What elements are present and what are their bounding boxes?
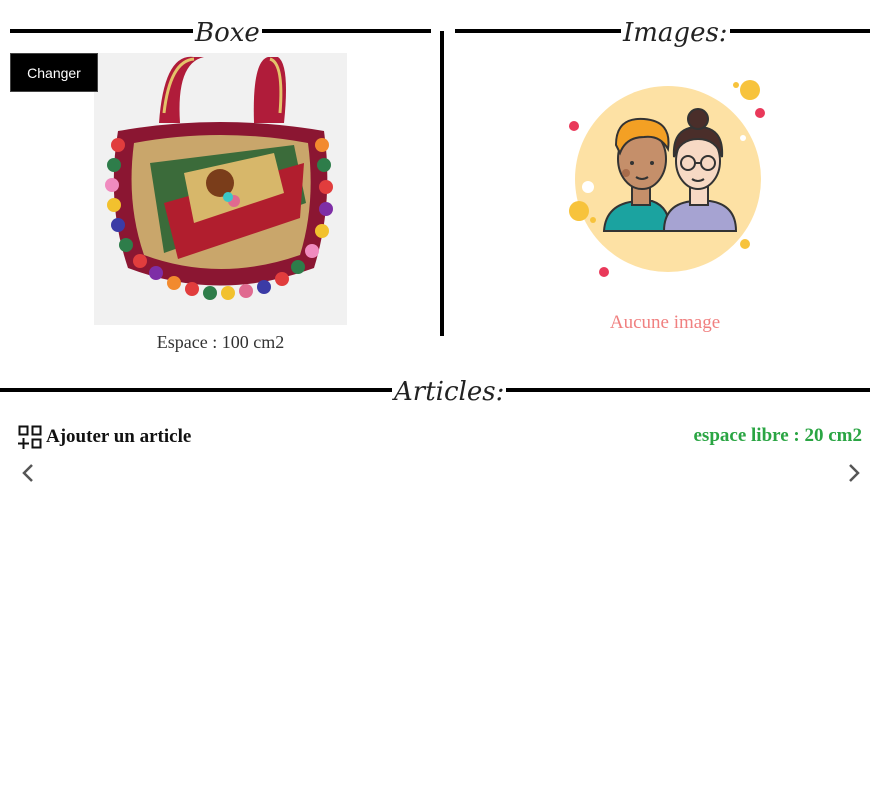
boxe-title: Boxe — [193, 18, 262, 48]
people-avatar-icon — [569, 80, 765, 277]
bag-illustration — [94, 53, 347, 325]
articles-title: Articles: — [392, 377, 507, 407]
chevron-left-icon — [22, 464, 33, 482]
no-image-text: Aucune image — [609, 312, 721, 333]
section-divider — [440, 31, 444, 336]
chevron-right-icon — [849, 464, 860, 482]
add-article-label: Ajouter un article — [46, 426, 192, 447]
prev-arrow-button[interactable] — [17, 462, 39, 484]
add-grid-icon — [18, 425, 42, 449]
add-article-button[interactable]: Ajouter un article — [18, 424, 191, 450]
boxe-image — [94, 53, 347, 325]
change-boxe-button[interactable]: Changer — [10, 53, 98, 92]
next-arrow-button[interactable] — [843, 462, 865, 484]
no-image-placeholder — [560, 75, 770, 285]
images-title: Images: — [621, 18, 730, 48]
free-space-text: espace libre : 20 cm2 — [693, 425, 863, 446]
boxe-space-text: Espace : 100 cm2 — [156, 332, 285, 352]
